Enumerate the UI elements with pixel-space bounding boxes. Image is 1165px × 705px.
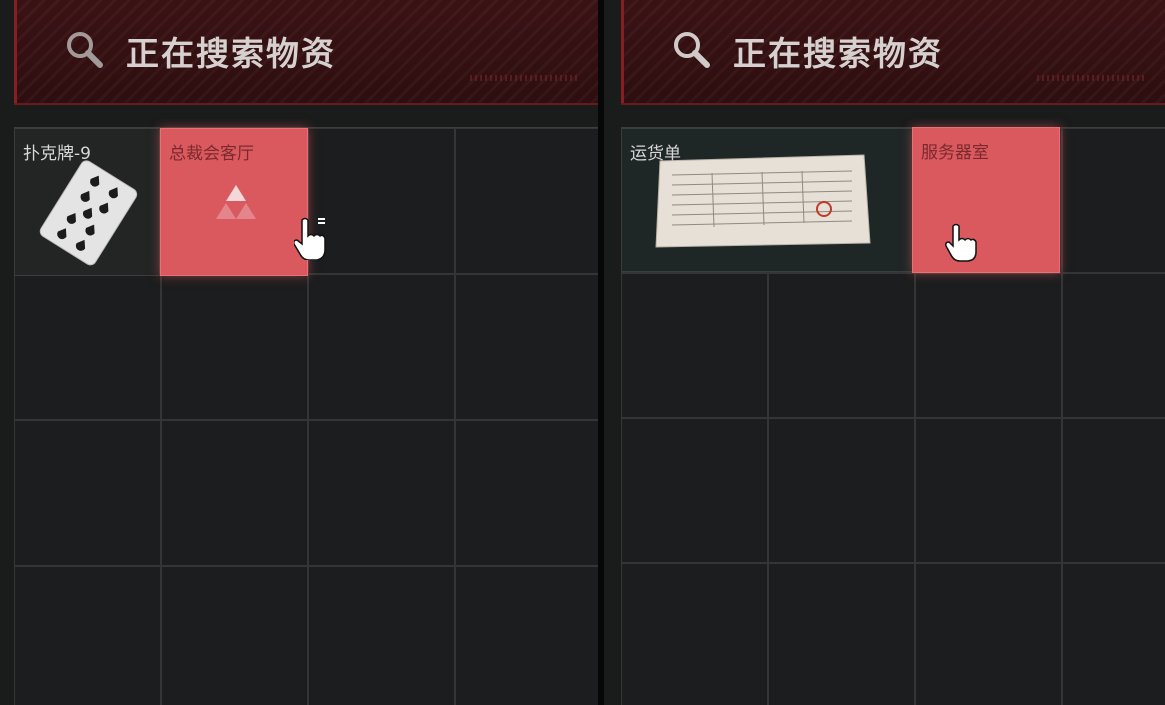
grid-slot[interactable] <box>308 128 455 274</box>
grid-slot[interactable] <box>14 420 161 566</box>
loot-item-waybill[interactable]: 运货单 <box>621 128 913 272</box>
loot-item-ceo-lounge[interactable]: 总裁会客厅 <box>160 128 308 276</box>
grid-slot[interactable] <box>14 274 161 420</box>
grid-slot[interactable] <box>1062 418 1165 563</box>
grid-slot[interactable] <box>161 420 308 566</box>
scan-triangle-icon <box>216 185 256 219</box>
grid-slot[interactable] <box>308 420 455 566</box>
grid-slot[interactable] <box>621 273 768 418</box>
grid-slot[interactable] <box>161 274 308 420</box>
loot-panel-left: 正在搜索物资 扑克牌-9 总裁会客厅 <box>0 0 598 705</box>
hand-cursor-icon <box>294 217 326 260</box>
item-label: 总裁会客厅 <box>169 144 254 164</box>
header-decoration <box>1037 75 1147 81</box>
search-icon <box>64 30 104 70</box>
hand-cursor-icon <box>945 223 977 262</box>
search-icon <box>671 30 711 70</box>
grid-slot[interactable] <box>308 566 455 705</box>
loot-item-server-room[interactable]: 服务器室 <box>912 127 1060 273</box>
grid-slot[interactable] <box>161 566 308 705</box>
grid-slot[interactable] <box>768 273 915 418</box>
grid-slot[interactable] <box>455 274 598 420</box>
search-header: 正在搜索物资 <box>621 0 1165 105</box>
header-decoration <box>470 75 580 81</box>
loot-panel-right: 正在搜索物资 运货单 服务器室 <box>604 0 1165 705</box>
grid-slot[interactable] <box>14 566 161 705</box>
grid-slot[interactable] <box>1062 128 1165 273</box>
grid-slot[interactable] <box>455 566 598 705</box>
search-header: 正在搜索物资 <box>14 0 598 105</box>
header-title: 正在搜索物资 <box>733 34 943 73</box>
grid-slot[interactable] <box>1062 563 1165 705</box>
header-title: 正在搜索物资 <box>126 34 336 73</box>
grid-slot[interactable] <box>455 128 598 274</box>
grid-slot[interactable] <box>1062 273 1165 418</box>
grid-slot[interactable] <box>621 563 768 705</box>
playing-card-icon <box>39 160 138 266</box>
grid-slot[interactable] <box>308 274 455 420</box>
item-label: 服务器室 <box>921 143 989 163</box>
grid-slot[interactable] <box>621 418 768 563</box>
grid-slot[interactable] <box>915 273 1062 418</box>
grid-slot[interactable] <box>768 418 915 563</box>
grid-slot[interactable] <box>915 418 1062 563</box>
loot-item-playing-card[interactable]: 扑克牌-9 <box>14 128 160 276</box>
grid-slot[interactable] <box>915 563 1062 705</box>
grid-slot[interactable] <box>455 420 598 566</box>
grid-slot[interactable] <box>768 563 915 705</box>
waybill-document-icon <box>655 154 871 248</box>
